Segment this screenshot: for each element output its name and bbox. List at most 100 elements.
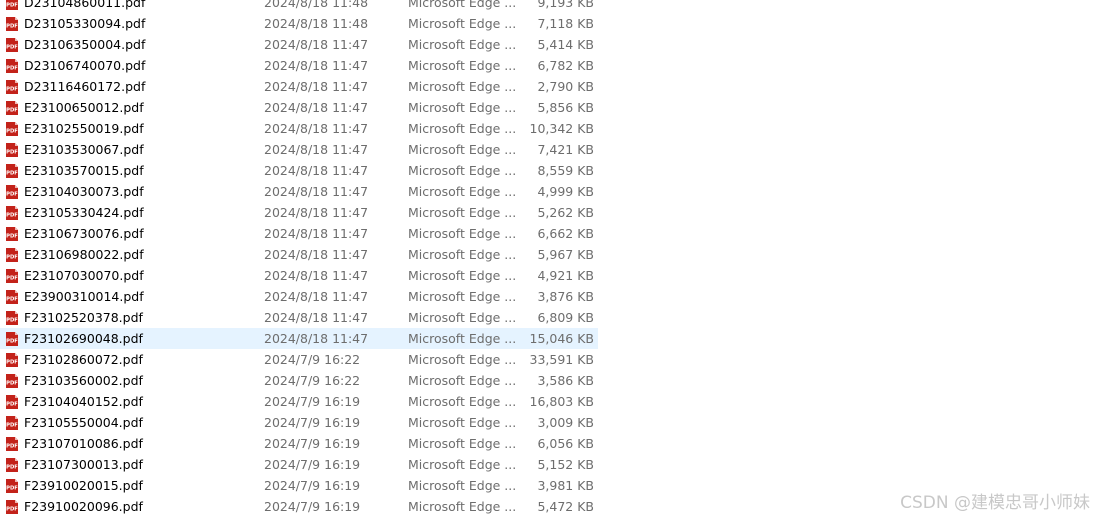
- file-name: E23103530067.pdf: [24, 142, 144, 157]
- file-type: Microsoft Edge ...: [408, 310, 517, 325]
- file-row[interactable]: PDF E23106980022.pdf 2024/8/18 11:47 Micros…: [0, 244, 598, 265]
- file-size: 16,803 KB: [529, 394, 594, 409]
- pdf-icon-label: PDF: [6, 423, 18, 429]
- pdf-file-icon: PDF: [4, 205, 20, 221]
- pdf-file-icon: PDF: [4, 268, 20, 284]
- file-type: Microsoft Edge ...: [408, 79, 517, 94]
- pdf-file-icon: PDF: [4, 310, 20, 326]
- file-size: 5,414 KB: [537, 37, 594, 52]
- file-row[interactable]: PDF E23900310014.pdf 2024/8/18 11:47 Micros…: [0, 286, 598, 307]
- pdf-icon-label: PDF: [6, 318, 18, 324]
- pdf-file-icon: PDF: [4, 331, 20, 347]
- file-date: 2024/7/9 16:19: [264, 478, 361, 493]
- file-type: Microsoft Edge ...: [408, 121, 517, 136]
- file-date: 2024/8/18 11:47: [264, 58, 369, 73]
- file-type: Microsoft Edge ...: [408, 184, 517, 199]
- file-date: 2024/8/18 11:47: [264, 331, 369, 346]
- pdf-file-icon: PDF: [4, 247, 20, 263]
- file-row[interactable]: PDF E23107030070.pdf 2024/8/18 11:47 Micros…: [0, 265, 598, 286]
- file-row[interactable]: PDF F23102520378.pdf 2024/8/18 11:47 Micros…: [0, 307, 598, 328]
- pdf-file-icon: PDF: [4, 79, 20, 95]
- file-row[interactable]: PDF F23104040152.pdf 2024/7/9 16:19 Microso…: [0, 391, 598, 412]
- file-row[interactable]: PDF F23102690048.pdf 2024/8/18 11:47 Micros…: [0, 328, 598, 349]
- file-date: 2024/7/9 16:22: [264, 352, 361, 367]
- file-date: 2024/7/9 16:19: [264, 415, 361, 430]
- pdf-icon-label: PDF: [6, 129, 18, 135]
- pdf-icon-label: PDF: [6, 3, 18, 9]
- file-row[interactable]: PDF E23106730076.pdf 2024/8/18 11:47 Micros…: [0, 223, 598, 244]
- pdf-file-icon: PDF: [4, 16, 20, 32]
- file-type: Microsoft Edge ...: [408, 352, 517, 367]
- file-size: 3,586 KB: [537, 373, 594, 388]
- file-row[interactable]: PDF F23910020096.pdf 2024/7/9 16:19 Microso…: [0, 496, 598, 517]
- file-row[interactable]: PDF E23102550019.pdf 2024/8/18 11:47 Micros…: [0, 118, 598, 139]
- file-size: 3,876 KB: [537, 289, 594, 304]
- pdf-file-icon: PDF: [4, 457, 20, 473]
- file-size: 6,782 KB: [537, 58, 594, 73]
- file-size: 5,856 KB: [537, 100, 594, 115]
- file-name: E23106730076.pdf: [24, 226, 144, 241]
- file-row[interactable]: PDF F23107010086.pdf 2024/7/9 16:19 Microso…: [0, 433, 598, 454]
- file-row[interactable]: PDF E23100650012.pdf 2024/8/18 11:47 Micros…: [0, 97, 598, 118]
- file-size: 5,262 KB: [537, 205, 594, 220]
- pdf-icon-label: PDF: [6, 486, 18, 492]
- file-size: 33,591 KB: [529, 352, 594, 367]
- file-type: Microsoft Edge ...: [408, 163, 517, 178]
- pdf-icon-label: PDF: [6, 66, 18, 72]
- file-date: 2024/7/9 16:22: [264, 373, 361, 388]
- pdf-file-icon: PDF: [4, 37, 20, 53]
- file-size: 5,967 KB: [537, 247, 594, 262]
- file-row[interactable]: PDF E23103530067.pdf 2024/8/18 11:47 Micros…: [0, 139, 598, 160]
- file-row[interactable]: PDF D23106740070.pdf 2024/8/18 11:47 Micros…: [0, 55, 598, 76]
- file-name: F23910020096.pdf: [24, 499, 143, 514]
- file-name: E23106980022.pdf: [24, 247, 144, 262]
- file-row[interactable]: PDF D23116460172.pdf 2024/8/18 11:47 Micros…: [0, 76, 598, 97]
- pdf-icon-label: PDF: [6, 465, 18, 471]
- file-row[interactable]: PDF F23107300013.pdf 2024/7/9 16:19 Microso…: [0, 454, 598, 475]
- file-name: F23105550004.pdf: [24, 415, 143, 430]
- file-name: E23103570015.pdf: [24, 163, 144, 178]
- file-list: PDF D23104860011.pdf 2024/8/18 11:48 Micros…: [0, 0, 600, 517]
- file-date: 2024/7/9 16:19: [264, 394, 361, 409]
- file-name: F23102520378.pdf: [24, 310, 143, 325]
- file-row[interactable]: PDF D23105330094.pdf 2024/8/18 11:48 Micros…: [0, 13, 598, 34]
- file-size: 2,790 KB: [537, 79, 594, 94]
- file-name: F23107300013.pdf: [24, 457, 143, 472]
- pdf-icon-label: PDF: [6, 381, 18, 387]
- file-row[interactable]: PDF D23106350004.pdf 2024/8/18 11:47 Micros…: [0, 34, 598, 55]
- pdf-icon-label: PDF: [6, 192, 18, 198]
- pdf-icon-label: PDF: [6, 213, 18, 219]
- watermark: CSDN @建模忠哥小师妹: [900, 493, 1090, 513]
- file-row[interactable]: PDF F23105550004.pdf 2024/7/9 16:19 Microso…: [0, 412, 598, 433]
- file-type: Microsoft Edge ...: [408, 247, 517, 262]
- file-row[interactable]: PDF E23105330424.pdf 2024/8/18 11:47 Micros…: [0, 202, 598, 223]
- file-date: 2024/8/18 11:47: [264, 79, 369, 94]
- file-row[interactable]: PDF E23103570015.pdf 2024/8/18 11:47 Micros…: [0, 160, 598, 181]
- file-row[interactable]: PDF E23104030073.pdf 2024/8/18 11:47 Micros…: [0, 181, 598, 202]
- file-date: 2024/8/18 11:47: [264, 121, 369, 136]
- file-type: Microsoft Edge ...: [408, 37, 517, 52]
- file-row[interactable]: PDF F23102860072.pdf 2024/7/9 16:22 Microso…: [0, 349, 598, 370]
- pdf-icon-label: PDF: [6, 234, 18, 240]
- file-explorer-view: PDF D23104860011.pdf 2024/8/18 11:48 Micros…: [0, 0, 1096, 519]
- file-type: Microsoft Edge ...: [408, 499, 517, 514]
- pdf-file-icon: PDF: [4, 478, 20, 494]
- file-size: 4,921 KB: [537, 268, 594, 283]
- file-date: 2024/7/9 16:19: [264, 436, 361, 451]
- file-date: 2024/8/18 11:47: [264, 268, 369, 283]
- pdf-icon-label: PDF: [6, 276, 18, 282]
- pdf-file-icon: PDF: [4, 100, 20, 116]
- file-name: E23105330424.pdf: [24, 205, 144, 220]
- file-size: 3,009 KB: [537, 415, 594, 430]
- file-name: F23103560002.pdf: [24, 373, 143, 388]
- file-size: 3,981 KB: [537, 478, 594, 493]
- file-name: F23104040152.pdf: [24, 394, 143, 409]
- pdf-file-icon: PDF: [4, 415, 20, 431]
- file-name: D23106740070.pdf: [24, 58, 146, 73]
- file-type: Microsoft Edge ...: [408, 394, 517, 409]
- file-type: Microsoft Edge ...: [408, 0, 517, 10]
- file-name: F23910020015.pdf: [24, 478, 143, 493]
- file-row[interactable]: PDF D23104860011.pdf 2024/8/18 11:48 Micros…: [0, 0, 598, 13]
- file-row[interactable]: PDF F23103560002.pdf 2024/7/9 16:22 Microso…: [0, 370, 598, 391]
- file-row[interactable]: PDF F23910020015.pdf 2024/7/9 16:19 Microso…: [0, 475, 598, 496]
